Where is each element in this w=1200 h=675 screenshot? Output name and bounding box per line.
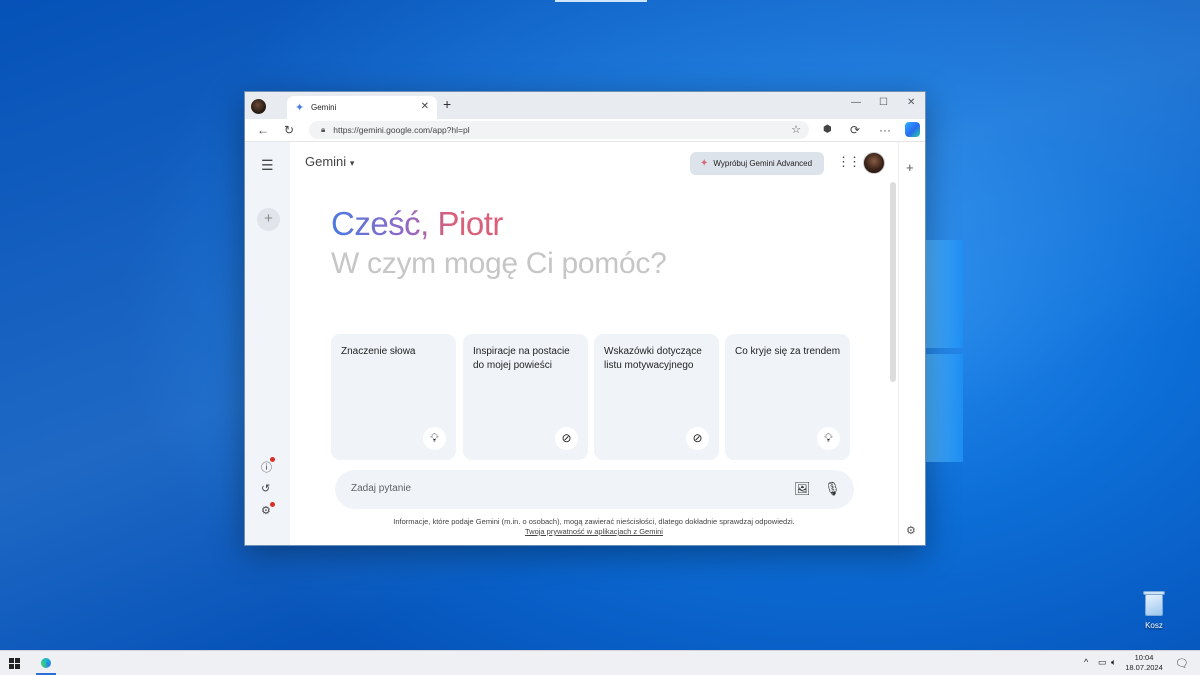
card-text: Wskazówki dotyczące listu motywacyjnego (604, 346, 702, 371)
greeting: Cześć, Piotr (331, 205, 503, 242)
time: 10:04 (1134, 653, 1154, 662)
gemini-page: ☰ + ⓘ ↺ ⚙ Gemini ▾ ✦ Wypróbuj Gemini Adv… (245, 142, 925, 545)
close-icon[interactable]: ✕ (421, 101, 429, 112)
profile-icon[interactable] (251, 99, 266, 114)
new-tab-icon[interactable]: + (443, 97, 451, 112)
edge-icon[interactable] (38, 655, 54, 671)
scrollbar[interactable] (890, 182, 896, 382)
prompt-input[interactable]: Zadaj pytanie 🖼︎ 🎙︎ (335, 470, 854, 509)
gemini-model-dropdown[interactable]: Gemini ▾ (305, 154, 354, 169)
extension-icon[interactable]: ⬢ (823, 122, 832, 138)
menu-icon[interactable]: ☰ (261, 157, 274, 174)
add-icon[interactable]: + (906, 160, 914, 175)
suggestion-card[interactable]: Co kryje się za trendem 💡︎ (725, 334, 850, 460)
edge-sidebar: + ⚙ (898, 142, 925, 545)
notification-icon[interactable]: 🗨︎ (1175, 657, 1189, 670)
volume-icon[interactable]: 🔈︎ (1111, 657, 1116, 668)
image-upload-icon[interactable]: 🖼︎ (794, 481, 811, 497)
microphone-icon[interactable]: 🎙︎ (824, 481, 841, 497)
activity-icon[interactable]: ↺ (261, 482, 270, 495)
browser-toolbar: ← ↻ 🔒︎ https://gemini.google.com/app?hl=… (245, 119, 925, 142)
maximize-icon[interactable]: ☐ (879, 97, 888, 108)
windows-start-icon[interactable] (9, 658, 21, 670)
avatar[interactable] (863, 152, 885, 174)
subtitle: W czym mogę Ci pomóc? (331, 247, 667, 280)
more-icon[interactable]: ··· (879, 122, 891, 138)
tab-title: Gemini (311, 103, 337, 112)
star-icon[interactable]: ☆ (791, 123, 801, 136)
desktop-top-sliver (555, 0, 647, 2)
recycle-bin-label: Kosz (1145, 621, 1163, 630)
gemini-spark-icon: ✦ (700, 158, 709, 169)
address-bar[interactable]: 🔒︎ https://gemini.google.com/app?hl=pl ☆ (309, 121, 809, 139)
settings-icon[interactable]: ⚙ (906, 524, 916, 537)
privacy-link[interactable]: Twoja prywatność w aplikacjach z Gemini (290, 527, 898, 537)
disclaimer: Informacje, które podaje Gemini (m.in. o… (290, 517, 898, 537)
prompt-placeholder: Zadaj pytanie (351, 483, 412, 494)
recycle-bin-icon[interactable] (1142, 590, 1166, 618)
lightbulb-icon: 💡︎ (423, 427, 446, 450)
compass-icon: ⊘ (555, 427, 578, 450)
browser-window: ✦ Gemini ✕ + — ☐ ✕ ← ↻ 🔒︎ https://gemini… (244, 91, 926, 546)
chevron-down-icon: ▾ (349, 158, 355, 168)
card-text: Znaczenie słowa (341, 346, 416, 357)
try-advanced-button[interactable]: ✦ Wypróbuj Gemini Advanced (690, 152, 824, 175)
refresh-icon[interactable]: ↻ (284, 122, 294, 138)
lock-icon: 🔒︎ (321, 125, 326, 134)
app-name: Gemini (305, 154, 347, 169)
clock[interactable]: 10:04 18.07.2024 (1124, 653, 1164, 673)
card-text: Co kryje się za trendem (735, 346, 841, 357)
back-icon[interactable]: ← (257, 122, 269, 138)
suggestion-card[interactable]: Wskazówki dotyczące listu motywacyjnego … (594, 334, 719, 460)
notification-dot (270, 457, 275, 462)
sidebar: ☰ + ⓘ ↺ ⚙ (245, 142, 290, 545)
chevron-up-icon[interactable]: ^ (1084, 657, 1088, 667)
windows-logo-wallpaper (925, 240, 963, 462)
card-text: Inspiracje na postacie do mojej powieści (473, 346, 570, 371)
url-text: https://gemini.google.com/app?hl=pl (333, 125, 470, 135)
tab-gemini[interactable]: ✦ Gemini ✕ (287, 96, 437, 119)
sync-icon[interactable]: ⟳ (850, 122, 860, 138)
suggestion-card[interactable]: Znaczenie słowa 💡︎ (331, 334, 456, 460)
taskbar: ^ ▭ 🔈︎ 10:04 18.07.2024 🗨︎ (0, 650, 1200, 675)
disclaimer-text: Informacje, które podaje Gemini (m.in. o… (393, 517, 795, 526)
compass-icon: ⊘ (686, 427, 709, 450)
settings-icon[interactable]: ⚙ (261, 504, 271, 517)
gemini-spark-icon: ✦ (295, 102, 305, 114)
network-icon[interactable]: ▭ (1098, 657, 1107, 668)
close-window-icon[interactable]: ✕ (907, 97, 915, 108)
minimize-icon[interactable]: — (851, 97, 861, 108)
advanced-button-label: Wypróbuj Gemini Advanced (713, 159, 813, 168)
new-chat-button[interactable]: + (257, 208, 280, 231)
lightbulb-icon: 💡︎ (817, 427, 840, 450)
date: 18.07.2024 (1125, 663, 1163, 672)
copilot-icon[interactable] (905, 122, 920, 137)
notification-dot (270, 502, 275, 507)
tab-bar: ✦ Gemini ✕ + — ☐ ✕ (245, 92, 925, 119)
suggestion-card[interactable]: Inspiracje na postacie do mojej powieści… (463, 334, 588, 460)
